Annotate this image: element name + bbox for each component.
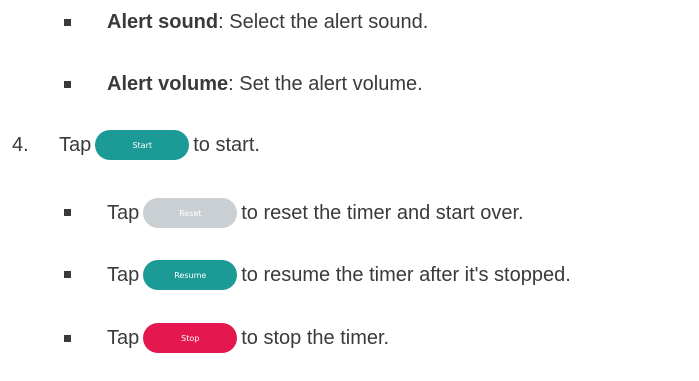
bullet-marker [64, 335, 71, 342]
bullet-marker [64, 271, 71, 278]
resume-line: Tap Resume to resume the timer after it'… [107, 255, 571, 295]
alert-volume-desc: : Set the alert volume. [228, 72, 423, 95]
alert-sound-desc: : Select the alert sound. [218, 10, 429, 33]
resume-before: Tap [107, 263, 140, 286]
alert-sound-item: Alert sound: Select the alert sound. [107, 2, 428, 42]
start-button[interactable]: Start [95, 130, 190, 160]
step4-line: Tap Start to start. [59, 125, 260, 165]
resume-after: to resume the timer after it's stopped. [241, 263, 571, 286]
step4-before: Tap [59, 133, 92, 156]
alert-volume-title: Alert volume [107, 72, 229, 95]
step-number: 4. [12, 134, 29, 156]
alert-volume-item: Alert volume: Set the alert volume. [107, 64, 423, 104]
step4-after: to start. [193, 133, 260, 156]
stop-button[interactable]: Stop [143, 323, 238, 353]
bullet-marker [64, 81, 71, 88]
resume-button[interactable]: Resume [143, 260, 238, 290]
reset-before: Tap [107, 201, 140, 224]
bullet-marker [64, 19, 71, 26]
reset-after: to reset the timer and start over. [241, 201, 524, 224]
stop-line: Tap Stop to stop the timer. [107, 318, 389, 358]
stop-before: Tap [107, 326, 140, 349]
bullet-marker [64, 209, 71, 216]
reset-line: Tap Reset to reset the timer and start o… [107, 193, 524, 233]
alert-sound-title: Alert sound [107, 10, 219, 33]
stop-after: to stop the timer. [241, 326, 390, 349]
reset-button[interactable]: Reset [143, 198, 238, 228]
